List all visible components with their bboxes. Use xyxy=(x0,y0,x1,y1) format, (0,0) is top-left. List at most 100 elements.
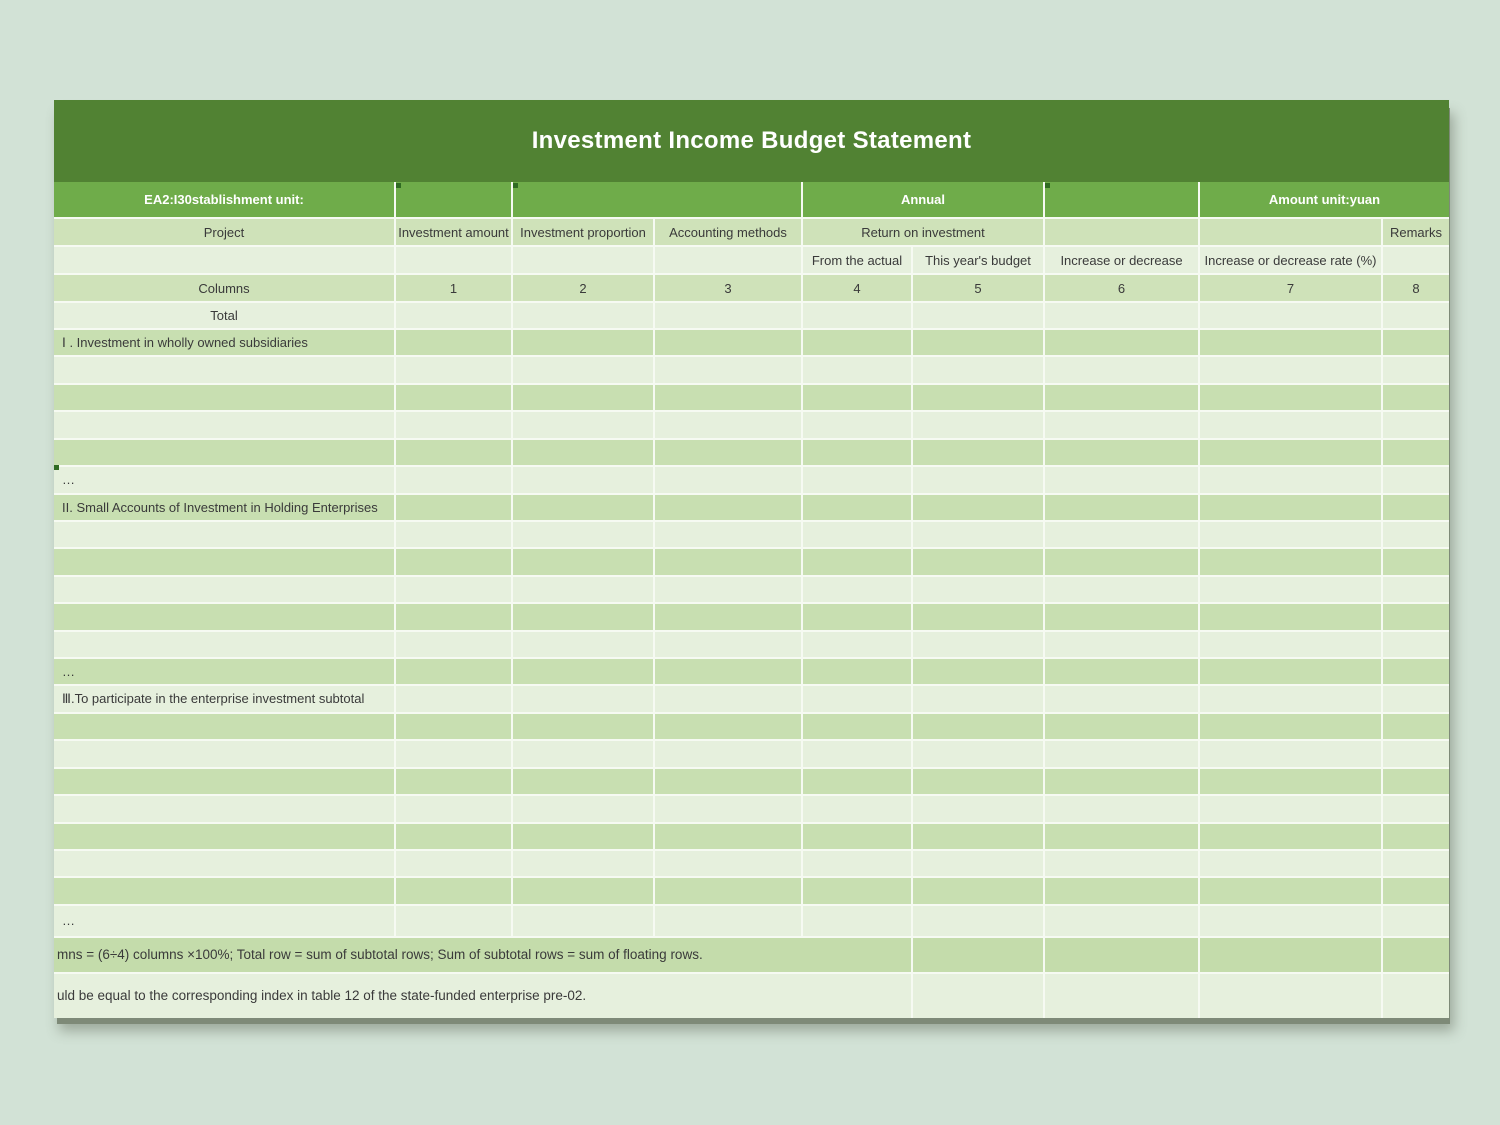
cell[interactable] xyxy=(396,577,513,602)
cell[interactable] xyxy=(1045,604,1200,629)
cell[interactable] xyxy=(513,796,655,821)
cell[interactable] xyxy=(54,604,396,629)
cell[interactable] xyxy=(1200,686,1383,711)
cell[interactable] xyxy=(803,851,913,876)
cell[interactable] xyxy=(1383,824,1449,849)
col-header-investment-amount[interactable]: Investment amount xyxy=(396,219,513,245)
cell[interactable] xyxy=(1045,974,1200,1018)
cell[interactable] xyxy=(655,467,803,492)
cell[interactable] xyxy=(396,549,513,574)
cell[interactable] xyxy=(513,577,655,602)
cell[interactable] xyxy=(655,659,803,684)
cell[interactable] xyxy=(1383,412,1449,437)
col-header-accounting-methods[interactable]: Accounting methods xyxy=(655,219,803,245)
cell[interactable] xyxy=(396,522,513,547)
ellipsis-label[interactable]: … xyxy=(54,467,396,492)
cell[interactable] xyxy=(655,741,803,766)
cell[interactable] xyxy=(396,440,513,465)
cell[interactable] xyxy=(54,385,396,410)
cell[interactable] xyxy=(1045,330,1200,355)
cell[interactable] xyxy=(1383,577,1449,602)
cell[interactable] xyxy=(913,440,1045,465)
cell[interactable] xyxy=(1045,632,1200,657)
columns-label[interactable]: Columns xyxy=(54,275,396,301)
cell[interactable] xyxy=(513,385,655,410)
cell[interactable] xyxy=(803,714,913,739)
cell[interactable] xyxy=(913,495,1045,520)
cell[interactable] xyxy=(513,330,655,355)
cell[interactable] xyxy=(513,686,655,711)
cell[interactable] xyxy=(803,632,913,657)
cell[interactable] xyxy=(655,440,803,465)
cell[interactable] xyxy=(803,467,913,492)
cell[interactable] xyxy=(396,495,513,520)
cell[interactable] xyxy=(655,330,803,355)
cell[interactable] xyxy=(913,330,1045,355)
cell[interactable] xyxy=(1383,878,1449,903)
cell[interactable] xyxy=(513,357,655,382)
cell[interactable] xyxy=(396,330,513,355)
cell[interactable] xyxy=(396,714,513,739)
cell[interactable] xyxy=(1200,974,1383,1018)
cell[interactable] xyxy=(1383,440,1449,465)
col-header-this-years-budget[interactable]: This year's budget xyxy=(913,247,1045,273)
cell[interactable] xyxy=(803,906,913,936)
cell[interactable] xyxy=(513,741,655,766)
cell[interactable] xyxy=(1045,522,1200,547)
cell[interactable] xyxy=(1045,741,1200,766)
cell[interactable] xyxy=(1045,303,1200,328)
cell[interactable] xyxy=(396,906,513,936)
cell[interactable] xyxy=(54,247,396,273)
cell[interactable] xyxy=(803,769,913,794)
cell[interactable] xyxy=(513,878,655,903)
column-number-3[interactable]: 3 xyxy=(655,275,803,301)
total-label[interactable]: Total xyxy=(54,303,396,328)
cell[interactable] xyxy=(1045,878,1200,903)
cell[interactable] xyxy=(54,741,396,766)
cell[interactable] xyxy=(655,906,803,936)
cell[interactable] xyxy=(803,522,913,547)
cell[interactable] xyxy=(913,632,1045,657)
cell[interactable] xyxy=(1200,604,1383,629)
cell[interactable] xyxy=(803,577,913,602)
cell[interactable] xyxy=(513,495,655,520)
cell[interactable] xyxy=(1200,330,1383,355)
cell[interactable] xyxy=(1383,303,1449,328)
column-number-7[interactable]: 7 xyxy=(1200,275,1383,301)
cell[interactable] xyxy=(1200,741,1383,766)
section-2-label[interactable]: II. Small Accounts of Investment in Hold… xyxy=(54,495,396,520)
cell[interactable] xyxy=(1200,824,1383,849)
cell[interactable] xyxy=(913,522,1045,547)
cell[interactable] xyxy=(803,659,913,684)
cell[interactable] xyxy=(513,604,655,629)
cell[interactable] xyxy=(655,796,803,821)
cell[interactable] xyxy=(513,440,655,465)
cell[interactable] xyxy=(513,824,655,849)
cell[interactable] xyxy=(1383,906,1449,936)
cell[interactable] xyxy=(803,440,913,465)
cell[interactable] xyxy=(1383,632,1449,657)
cell[interactable] xyxy=(1200,769,1383,794)
cell[interactable] xyxy=(396,741,513,766)
cell[interactable] xyxy=(1200,577,1383,602)
cell[interactable] xyxy=(1045,686,1200,711)
cell[interactable] xyxy=(396,851,513,876)
cell[interactable] xyxy=(655,412,803,437)
cell[interactable] xyxy=(913,467,1045,492)
cell[interactable] xyxy=(1383,769,1449,794)
cell[interactable] xyxy=(655,824,803,849)
cell[interactable] xyxy=(513,769,655,794)
cell[interactable] xyxy=(1045,851,1200,876)
cell[interactable] xyxy=(913,577,1045,602)
section-1-label[interactable]: Ⅰ . Investment in wholly owned subsidiar… xyxy=(54,330,396,355)
col-header-from-the-actual[interactable]: From the actual xyxy=(803,247,913,273)
column-number-2[interactable]: 2 xyxy=(513,275,655,301)
cell[interactable] xyxy=(1045,938,1200,972)
cell[interactable] xyxy=(913,974,1045,1018)
cell[interactable] xyxy=(1200,303,1383,328)
cell[interactable] xyxy=(655,522,803,547)
cell[interactable] xyxy=(913,741,1045,766)
cell[interactable] xyxy=(1383,357,1449,382)
cell[interactable] xyxy=(513,714,655,739)
cell[interactable] xyxy=(913,878,1045,903)
